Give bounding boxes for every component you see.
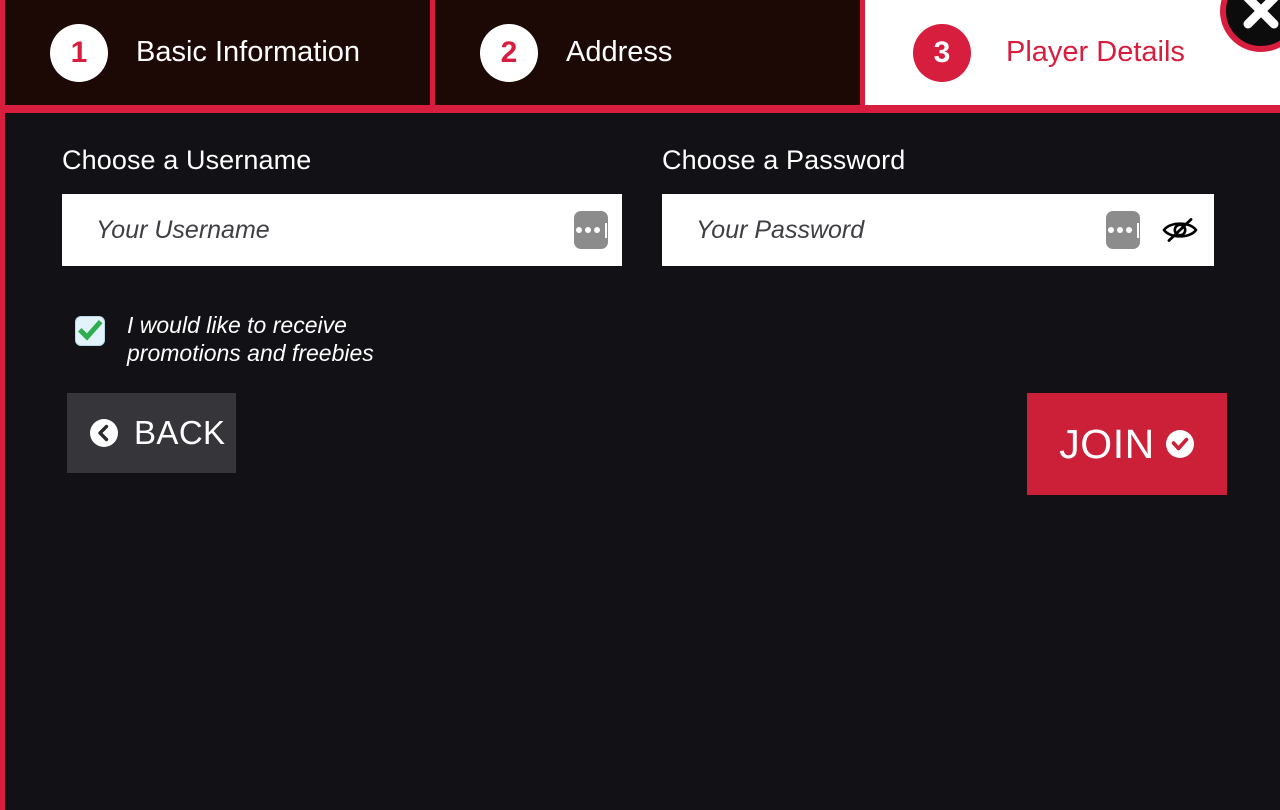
step-label: Address — [566, 36, 673, 68]
promotions-checkbox[interactable] — [75, 316, 105, 346]
username-field-group: Choose a Username — [62, 145, 622, 266]
join-button[interactable]: JOIN — [1027, 393, 1227, 495]
password-field-group: Choose a Password — [662, 145, 1214, 266]
stepper-tab-bar: 1 Basic Information 2 Address 3 Player D… — [0, 0, 1280, 113]
chevron-left-circle-icon — [90, 419, 118, 447]
promotions-checkbox-label: I would like to receive promotions and f… — [127, 312, 374, 366]
check-circle-icon — [1165, 430, 1194, 458]
username-label: Choose a Username — [62, 145, 312, 175]
ellipsis-icon[interactable] — [574, 211, 608, 249]
password-input-shell[interactable] — [662, 194, 1214, 266]
step-tab-player-details[interactable]: 3 Player Details — [865, 0, 1280, 105]
step-number-badge: 1 — [50, 23, 108, 82]
join-button-label: JOIN — [1059, 420, 1155, 467]
back-button-label: BACK — [134, 414, 226, 451]
promotions-checkbox-row[interactable]: I would like to receive promotions and f… — [75, 311, 417, 367]
eye-slash-icon — [1162, 218, 1198, 242]
toggle-password-visibility-button[interactable] — [1160, 213, 1200, 247]
ellipsis-icon[interactable] — [1106, 211, 1140, 249]
password-input[interactable] — [696, 215, 1106, 245]
username-input[interactable] — [96, 215, 574, 245]
join-button-icon-wrap — [1165, 429, 1195, 459]
check-icon — [77, 319, 103, 341]
step-number-badge: 2 — [480, 23, 538, 82]
player-details-form: Choose a Username Choose a Password — [5, 113, 1280, 810]
step-label: Basic Information — [136, 36, 361, 68]
step-number-badge: 3 — [913, 23, 971, 82]
step-label: Player Details — [1006, 36, 1185, 68]
username-input-shell[interactable] — [62, 194, 622, 266]
step-tab-address[interactable]: 2 Address — [435, 0, 865, 105]
close-x-icon — [1243, 0, 1279, 29]
step-tab-basic-information[interactable]: 1 Basic Information — [5, 0, 435, 105]
back-button[interactable]: BACK — [67, 393, 236, 473]
password-label: Choose a Password — [662, 145, 906, 175]
